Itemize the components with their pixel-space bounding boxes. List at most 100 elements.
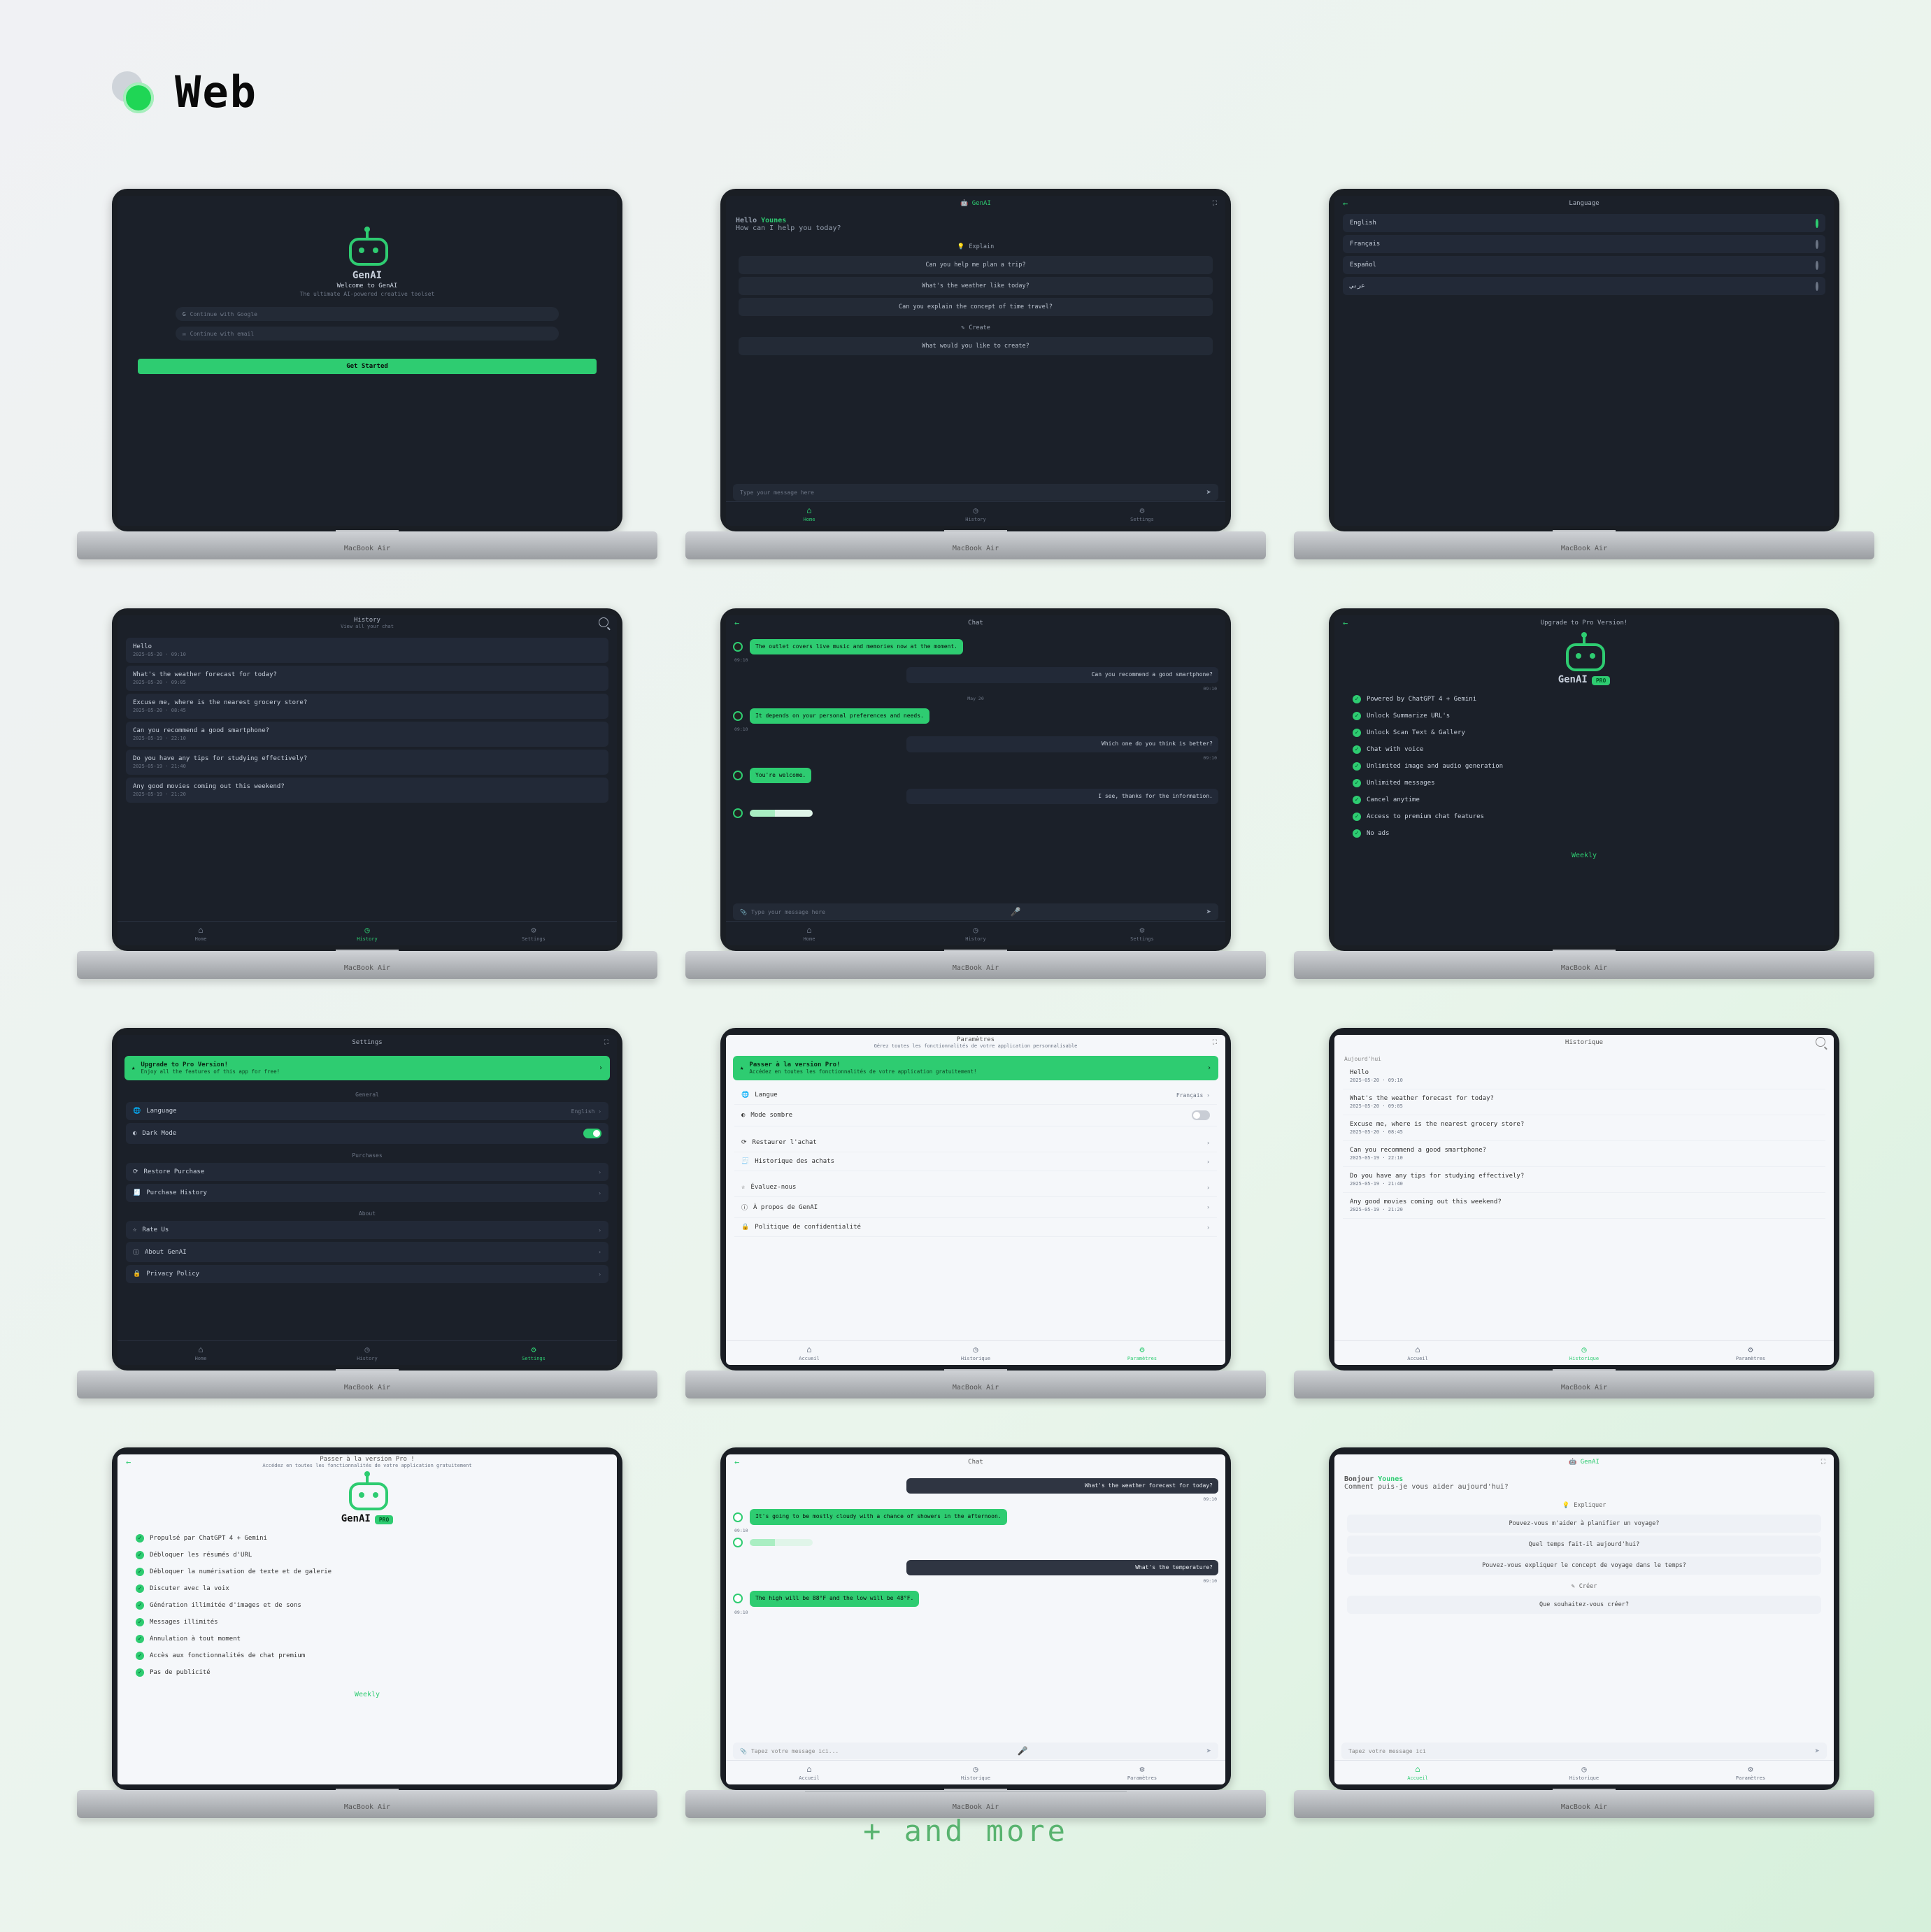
- history-item[interactable]: Hello2025-05-20 · 09:10: [126, 638, 608, 663]
- tab-history[interactable]: ◷Historique: [1501, 1761, 1667, 1784]
- tab-home[interactable]: ⌂Home: [117, 922, 284, 945]
- send-icon[interactable]: ➤: [1206, 487, 1211, 497]
- back-button[interactable]: ←: [126, 1457, 131, 1467]
- settings-language[interactable]: 🌐LanguageEnglish ›: [126, 1102, 608, 1120]
- tab-history[interactable]: ◷Historique: [1501, 1341, 1667, 1365]
- message-input[interactable]: Tapez votre message ici➤: [1341, 1743, 1827, 1759]
- lock-icon: 🔒: [741, 1224, 749, 1231]
- tab-home[interactable]: ⌂Accueil: [726, 1761, 892, 1784]
- tab-settings[interactable]: ⚙Settings: [450, 1341, 617, 1365]
- history-item[interactable]: What's the weather forecast for today?20…: [1343, 1089, 1825, 1115]
- mic-icon[interactable]: 🎤: [1011, 907, 1021, 917]
- suggestion-button[interactable]: Can you help me plan a trip?: [739, 256, 1213, 274]
- expand-icon[interactable]: ⛶: [1213, 1039, 1217, 1046]
- tab-home[interactable]: ⌂Home: [117, 1341, 284, 1365]
- history-item[interactable]: Excuse me, where is the nearest grocery …: [1343, 1115, 1825, 1141]
- history-item[interactable]: Any good movies coming out this weekend?…: [126, 778, 608, 803]
- radio-icon: [1816, 261, 1818, 270]
- search-icon[interactable]: [1816, 1037, 1825, 1049]
- message-input[interactable]: Type your message here➤: [733, 484, 1218, 501]
- settings-purchase-history[interactable]: 🧾Historique des achats›: [734, 1152, 1217, 1171]
- settings-darkmode[interactable]: ◐Dark Mode: [126, 1123, 608, 1144]
- search-icon[interactable]: [599, 617, 608, 629]
- tab-settings[interactable]: ⚙Settings: [450, 922, 617, 945]
- tab-settings[interactable]: ⚙Paramètres: [1667, 1341, 1834, 1365]
- history-item[interactable]: Do you have any tips for studying effect…: [126, 750, 608, 775]
- tab-settings[interactable]: ⚙Paramètres: [1059, 1341, 1225, 1365]
- tab-home[interactable]: ⌂Home: [726, 922, 892, 945]
- get-started-button[interactable]: Get Started: [138, 359, 597, 374]
- back-button[interactable]: ←: [734, 1457, 739, 1467]
- feature-item: ✓Unlimited image and audio generation: [1353, 758, 1816, 775]
- settings-restore[interactable]: ⟳Restaurer l'achat›: [734, 1133, 1217, 1152]
- settings-rate[interactable]: ☆Rate Us›: [126, 1221, 608, 1239]
- send-icon[interactable]: ➤: [1206, 907, 1211, 917]
- plan-weekly-button[interactable]: Weekly: [1353, 852, 1816, 859]
- toggle-on[interactable]: [583, 1129, 601, 1138]
- upgrade-banner[interactable]: ★Upgrade to Pro Version!Enjoy all the fe…: [124, 1056, 610, 1080]
- send-icon[interactable]: ➤: [1815, 1746, 1820, 1756]
- tab-home[interactable]: ⌂Accueil: [1334, 1761, 1501, 1784]
- tab-history[interactable]: ◷History: [892, 922, 1059, 945]
- tab-history[interactable]: ◷History: [284, 922, 450, 945]
- tab-history[interactable]: ◷History: [892, 502, 1059, 526]
- history-item[interactable]: Do you have any tips for studying effect…: [1343, 1167, 1825, 1193]
- language-option[interactable]: Français: [1343, 235, 1825, 253]
- attach-icon[interactable]: 📎: [740, 909, 747, 915]
- tab-home[interactable]: ⌂Home: [726, 502, 892, 526]
- mic-icon[interactable]: 🎤: [1018, 1746, 1028, 1756]
- settings-about[interactable]: ⓘÀ propos de GenAI›: [734, 1197, 1217, 1218]
- history-item[interactable]: Can you recommend a good smartphone?2025…: [126, 722, 608, 747]
- settings-darkmode[interactable]: ◐Mode sombre: [734, 1105, 1217, 1126]
- settings-purchase-history[interactable]: 🧾Purchase History›: [126, 1184, 608, 1202]
- suggestion-button[interactable]: What's the weather like today?: [739, 277, 1213, 295]
- suggestion-button[interactable]: Pouvez-vous expliquer le concept de voya…: [1347, 1557, 1821, 1575]
- language-option[interactable]: عربي: [1343, 277, 1825, 295]
- history-item[interactable]: Excuse me, where is the nearest grocery …: [126, 694, 608, 719]
- language-option[interactable]: Español: [1343, 256, 1825, 274]
- language-option[interactable]: English: [1343, 214, 1825, 232]
- history-item[interactable]: Any good movies coming out this weekend?…: [1343, 1193, 1825, 1219]
- suggestion-button[interactable]: Quel temps fait-il aujourd'hui?: [1347, 1536, 1821, 1554]
- tab-history[interactable]: ◷History: [284, 1341, 450, 1365]
- tab-settings[interactable]: ⚙Settings: [1059, 502, 1225, 526]
- ai-avatar-icon: [733, 808, 743, 818]
- settings-language[interactable]: 🌐LangueFrançais ›: [734, 1086, 1217, 1105]
- attach-icon[interactable]: 📎: [740, 1748, 747, 1754]
- settings-privacy[interactable]: 🔒Privacy Policy›: [126, 1265, 608, 1283]
- back-button[interactable]: ←: [1343, 618, 1348, 628]
- plan-weekly-button[interactable]: Weekly: [136, 1691, 599, 1698]
- screen-welcome: GenAI Welcome to GenAI The ultimate AI-p…: [117, 196, 617, 526]
- tab-settings[interactable]: ⚙Paramètres: [1667, 1761, 1834, 1784]
- expand-icon[interactable]: ⛶: [1213, 200, 1217, 207]
- suggestion-button[interactable]: Pouvez-vous m'aider à planifier un voyag…: [1347, 1515, 1821, 1533]
- send-icon[interactable]: ➤: [1206, 1746, 1211, 1756]
- suggestion-button[interactable]: What would you like to create?: [739, 337, 1213, 355]
- suggestion-button[interactable]: Can you explain the concept of time trav…: [739, 298, 1213, 316]
- tab-history[interactable]: ◷Historique: [892, 1341, 1059, 1365]
- toggle-off[interactable]: [1192, 1110, 1210, 1120]
- back-button[interactable]: ←: [1343, 199, 1348, 208]
- tab-history[interactable]: ◷Historique: [892, 1761, 1059, 1784]
- message-input[interactable]: 📎Type your message here🎤➤: [733, 903, 1218, 920]
- upgrade-banner[interactable]: ★Passer à la version Pro!Accédez en tout…: [733, 1056, 1218, 1080]
- star-icon: ★: [740, 1065, 743, 1072]
- continue-email-button[interactable]: ✉Continue with email: [176, 327, 559, 341]
- settings-rate[interactable]: ☆Évaluez-nous›: [734, 1178, 1217, 1197]
- suggestion-button[interactable]: Que souhaitez-vous créer?: [1347, 1596, 1821, 1614]
- settings-privacy[interactable]: 🔒Politique de confidentialité›: [734, 1218, 1217, 1237]
- tab-settings[interactable]: ⚙Paramètres: [1059, 1761, 1225, 1784]
- expand-icon[interactable]: ⛶: [1821, 1459, 1825, 1466]
- history-item[interactable]: What's the weather forecast for today?20…: [126, 666, 608, 691]
- history-item[interactable]: Hello2025-05-20 · 09:10: [1343, 1064, 1825, 1089]
- continue-google-button[interactable]: GContinue with Google: [176, 307, 559, 321]
- message-input[interactable]: 📎Tapez votre message ici...🎤➤: [733, 1743, 1218, 1759]
- history-item[interactable]: Can you recommend a good smartphone?2025…: [1343, 1141, 1825, 1167]
- expand-icon[interactable]: ⛶: [604, 1039, 608, 1046]
- back-button[interactable]: ←: [734, 618, 739, 628]
- tab-home[interactable]: ⌂Accueil: [726, 1341, 892, 1365]
- tab-home[interactable]: ⌂Accueil: [1334, 1341, 1501, 1365]
- settings-restore[interactable]: ⟳Restore Purchase›: [126, 1163, 608, 1181]
- settings-about[interactable]: ⓘAbout GenAI›: [126, 1242, 608, 1262]
- tab-settings[interactable]: ⚙Settings: [1059, 922, 1225, 945]
